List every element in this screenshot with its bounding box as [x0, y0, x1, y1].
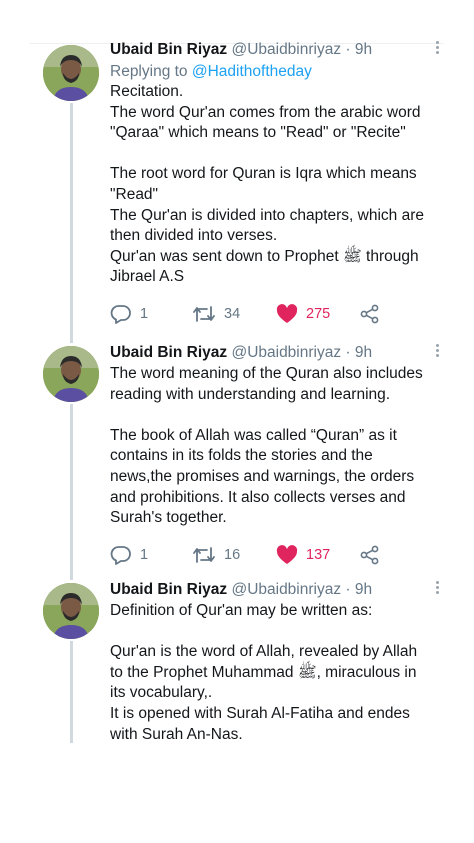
tweet[interactable]: Ubaid Bin Riyaz @Ubaidbinriyaz · 9h Repl…	[110, 39, 439, 328]
thread-line	[70, 404, 73, 580]
reply-button[interactable]: 1	[110, 304, 148, 324]
separator: ·	[345, 581, 351, 598]
tweet-line: its vocabulary,.	[110, 684, 213, 702]
reply-count: 1	[140, 546, 149, 563]
more-icon[interactable]	[436, 39, 440, 63]
tweet-line: "Read"	[110, 185, 159, 203]
retweet-icon	[193, 306, 215, 322]
author-handle[interactable]: @Ubaidbinriyaz	[231, 344, 341, 361]
author-name[interactable]: Ubaid Bin Riyaz	[110, 344, 227, 361]
share-button[interactable]	[360, 545, 380, 565]
author-handle[interactable]: @Ubaidbinriyaz	[231, 41, 341, 58]
tweet-actions: 1 34 275	[110, 304, 430, 328]
tweet-header: Ubaid Bin Riyaz @Ubaidbinriyaz · 9h	[110, 342, 439, 364]
tweet-line	[110, 144, 430, 165]
tweet-text: Recitation. The word Qur'an comes from t…	[110, 82, 430, 288]
tweet-line: contains in its folds the stories and th…	[110, 447, 373, 465]
more-icon[interactable]	[436, 579, 440, 603]
retweet-button[interactable]: 34	[192, 304, 240, 324]
avatar[interactable]	[43, 346, 99, 402]
tweet-line: with Surah An-Nas.	[110, 725, 243, 743]
tweet-text: The word meaning of the Quran also inclu…	[110, 364, 430, 529]
share-icon	[360, 304, 379, 324]
avatar-image	[43, 583, 99, 639]
tweet-line: "Qaraa" which means to "Read" or "Recite…	[110, 124, 406, 142]
like-count: 137	[306, 546, 331, 563]
avatar[interactable]	[43, 45, 99, 101]
reply-button[interactable]: 1	[110, 545, 148, 565]
tweet-line: Surah's together.	[110, 509, 227, 527]
tweet-time[interactable]: 9h	[355, 344, 372, 361]
tweet-line: then divided into verses.	[110, 227, 278, 245]
more-icon[interactable]	[436, 342, 440, 366]
avatar-image	[43, 346, 99, 402]
author-handle[interactable]: @Ubaidbinriyaz	[231, 581, 341, 598]
thread-line	[70, 641, 73, 743]
share-button[interactable]	[360, 304, 380, 324]
heart-icon	[276, 304, 298, 323]
like-button[interactable]: 137	[276, 544, 331, 565]
tweet-line: The root word for Quran is Iqra which me…	[110, 165, 417, 183]
replying-to: Replying to @Hadithoftheday	[110, 61, 430, 82]
reply-icon	[110, 545, 131, 565]
tweet-line: and prohibitions. It also collects verse…	[110, 488, 406, 506]
tweet-line: Jibrael A.S	[110, 268, 185, 286]
reply-icon	[110, 305, 131, 324]
avatar-image	[43, 45, 99, 101]
retweet-icon	[193, 546, 215, 563]
tweet-line	[110, 405, 430, 426]
tweet-line: It is opened with Surah Al-Fatiha and en…	[110, 704, 410, 722]
heart-icon	[276, 544, 298, 564]
tweet-header: Ubaid Bin Riyaz @Ubaidbinriyaz · 9h	[110, 579, 439, 601]
thread-line	[70, 103, 73, 343]
tweet-line: Definition of Qur'an may be written as:	[110, 602, 373, 619]
tweet-time[interactable]: 9h	[355, 41, 372, 58]
share-icon	[360, 545, 379, 565]
tweet-text: Definition of Qur'an may be written as: …	[110, 601, 430, 745]
tweet[interactable]: Ubaid Bin Riyaz @Ubaidbinriyaz · 9h The …	[110, 342, 439, 569]
tweet-line: The book of Allah was called “Quran” as …	[110, 426, 397, 444]
tweet-actions: 1 16 137	[110, 544, 430, 569]
tweet-line: Recitation.	[110, 83, 184, 100]
separator: ·	[345, 344, 351, 361]
like-button[interactable]: 275	[276, 304, 330, 324]
replying-handle-link[interactable]: @Hadithoftheday	[192, 63, 312, 80]
author-name[interactable]: Ubaid Bin Riyaz	[110, 41, 227, 58]
tweet-time[interactable]: 9h	[355, 581, 372, 598]
author-name[interactable]: Ubaid Bin Riyaz	[110, 581, 227, 598]
retweet-button[interactable]: 16	[192, 545, 240, 565]
like-count: 275	[306, 305, 331, 322]
tweet-line: The Qur'an is divided into chapters, whi…	[110, 206, 424, 224]
tweet-line: reading with understanding and learning.	[110, 385, 391, 403]
reply-count: 1	[140, 305, 149, 322]
tweet-line: Qur'an was sent down to Prophet ﷺ throug…	[110, 247, 419, 265]
separator: ·	[345, 41, 351, 58]
tweet-header: Ubaid Bin Riyaz @Ubaidbinriyaz · 9h	[110, 39, 439, 61]
tweet-line: Qur'an is the word of Allah, revealed by…	[110, 643, 418, 661]
tweet-line: to the Prophet Muhammad ﷺ, miraculous in	[110, 663, 417, 681]
retweet-count: 34	[224, 305, 241, 322]
tweet-line: The word Qur'an comes from the arabic wo…	[110, 103, 421, 121]
tweet-line	[110, 622, 430, 643]
avatar[interactable]	[43, 583, 99, 639]
tweet-line: The word meaning of the Quran also inclu…	[110, 365, 423, 382]
retweet-count: 16	[224, 546, 241, 563]
tweet[interactable]: Ubaid Bin Riyaz @Ubaidbinriyaz · 9h Defi…	[110, 579, 439, 745]
replying-prefix: Replying to	[110, 63, 188, 80]
tweet-line: news,the promises and warnings, the orde…	[110, 467, 415, 485]
